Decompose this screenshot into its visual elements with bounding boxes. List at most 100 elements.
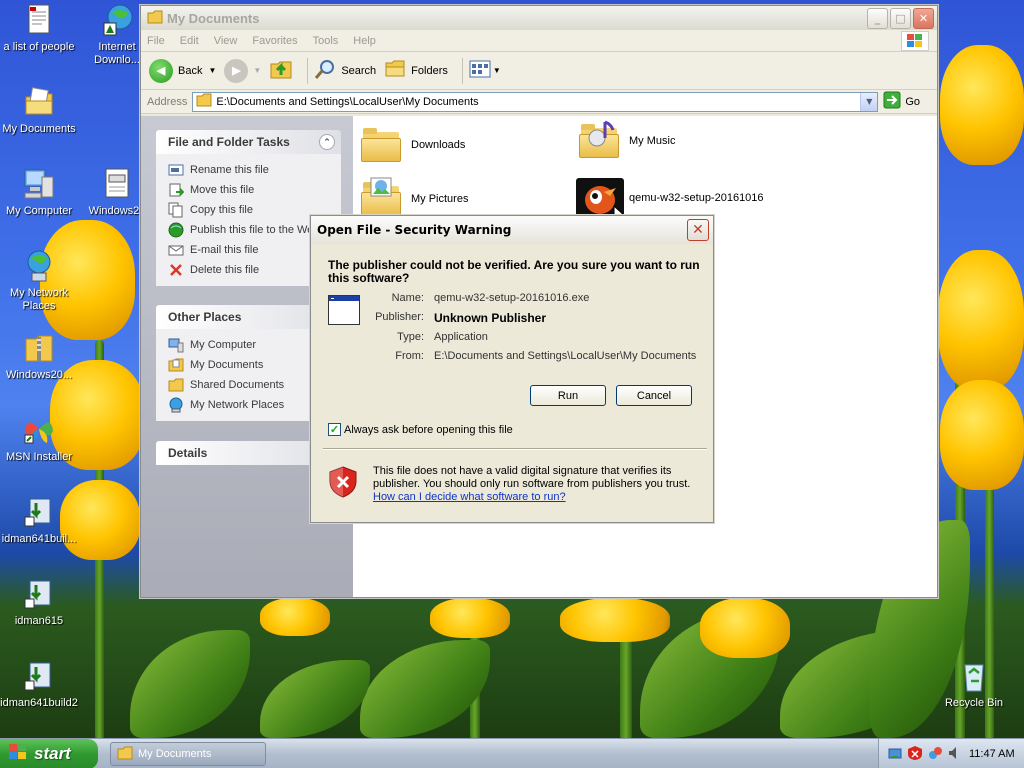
start-button[interactable]: start [0,739,98,768]
place-my-computer[interactable]: My Computer [168,335,331,355]
desktop-icon-my-network-places[interactable]: My Network Places [0,249,78,313]
menu-file[interactable]: File [147,35,165,47]
task-label: Move this file [190,184,255,196]
rename-icon [168,162,184,178]
close-button[interactable]: ✕ [913,7,934,29]
run-button[interactable]: Run [530,385,606,406]
task-label: Rename this file [190,164,269,176]
search-button[interactable]: Search [314,58,376,83]
desktop-icon-list-of-people[interactable]: a list of people [0,3,78,54]
back-label: Back [178,64,203,77]
task-publish-web[interactable]: Publish this file to the Web [168,220,331,240]
wallpaper-tulip [700,598,790,658]
chevron-down-icon: ▼ [866,97,873,106]
folders-button[interactable]: Folders [384,59,448,82]
minimize-icon: _ [874,11,881,25]
folder-icon [361,128,401,162]
desktop-icon-my-computer[interactable]: My Computer [0,167,78,218]
menu-tools[interactable]: Tools [313,35,339,47]
views-button[interactable]: ▼ [469,60,501,81]
desktop-icon-my-documents[interactable]: My Documents [0,85,78,136]
toolbar-separator [461,57,463,84]
desktop-icon-idman641build2[interactable]: idman641build2 [0,659,78,710]
desktop-icon-idman641buil[interactable]: idman641buil... [0,495,78,546]
close-icon: ✕ [918,11,929,25]
desktop-icon-label: idman641buil... [1,533,77,545]
always-ask-checkbox[interactable]: ✓ [328,423,341,436]
collapse-icon[interactable]: ⌃ [319,134,335,150]
chevron-down-icon[interactable]: ▼ [493,66,501,75]
menu-view[interactable]: View [214,35,238,47]
file-item-my-pictures[interactable]: My Pictures [361,177,468,216]
file-item-my-music[interactable]: My Music [579,120,676,158]
place-shared-documents[interactable]: Shared Documents [168,375,331,395]
copy-icon [168,202,184,218]
address-input[interactable]: E:\Documents and Settings\LocalUser\My D… [192,91,879,112]
wallpaper-tulip [430,598,510,638]
desktop-icon-label: idman641build2 [0,697,78,709]
cancel-button[interactable]: Cancel [616,385,692,406]
folder-icon [196,93,212,110]
explorer-titlebar[interactable]: My Documents _ □ ✕ [141,6,937,30]
file-item-downloads[interactable]: Downloads [361,128,465,162]
clock[interactable]: 11:47 AM [969,748,1015,760]
taskbar-window-label: My Documents [138,748,212,760]
msn-butterfly-icon [22,413,56,447]
back-arrow-icon: ◀ [149,58,173,83]
detail-value: Unknown Publisher [434,311,547,325]
desktop-icon-idman615[interactable]: idman615 [0,577,78,628]
desktop-icon-windows20-zip[interactable]: Windows20... [0,331,78,382]
globe-icon [168,222,184,238]
security-shield-icon [329,466,357,501]
minimize-button[interactable]: _ [867,7,888,29]
desktop-icon-label: My Computer [5,205,73,217]
warning-text: This file does not have a valid digital … [373,465,691,490]
chevron-down-icon[interactable]: ▼ [253,66,261,75]
security-center-tray-icon[interactable] [907,745,923,764]
system-tray: 11:47 AM [878,739,1024,768]
file-folder-tasks-header[interactable]: File and Folder Tasks ⌃ [156,130,341,154]
menu-help[interactable]: Help [353,35,376,47]
back-button[interactable]: ◀ Back ▼ [149,58,216,83]
forward-button[interactable]: ▶ ▼ [224,58,261,83]
network-tray-icon[interactable] [887,745,903,764]
dialog-close-button[interactable]: ✕ [687,219,709,241]
recycle-bin-icon [957,659,991,693]
address-dropdown-button[interactable]: ▼ [860,92,878,111]
place-my-documents[interactable]: My Documents [168,355,331,375]
pictures-folder-icon [361,177,401,216]
folders-icon [384,59,406,82]
task-delete-file[interactable]: Delete this file [168,260,331,280]
window-title: My Documents [167,10,260,26]
menu-bar: File Edit View Favorites Tools Help [141,30,937,52]
dialog-title: Open File - Security Warning [317,223,512,237]
menu-favorites[interactable]: Favorites [252,35,297,47]
place-my-network-places[interactable]: My Network Places [168,395,331,415]
task-email-file[interactable]: E-mail this file [168,240,331,260]
desktop-icon-msn-installer[interactable]: MSN Installer [0,413,78,464]
delete-icon [168,262,184,278]
file-item-qemu-setup[interactable]: qemu-w32-setup-20161016 [576,178,764,218]
folder-documents-icon [168,357,184,373]
maximize-button[interactable]: □ [890,7,911,29]
file-name: My Music [629,135,676,147]
always-ask-checkbox-row[interactable]: ✓ Always ask before opening this file [328,423,513,436]
go-button[interactable]: Go [883,91,920,112]
detail-value: qemu-w32-setup-20161016.exe [434,292,590,304]
task-rename-file[interactable]: Rename this file [168,160,331,180]
views-icon [469,60,491,81]
security-warning-dialog[interactable]: Open File - Security Warning ✕ The publi… [310,215,714,523]
volume-tray-icon[interactable] [947,745,961,764]
dialog-titlebar[interactable]: Open File - Security Warning ✕ [311,216,713,244]
file-name: Downloads [411,139,466,151]
task-move-file[interactable]: Move this file [168,180,331,200]
up-folder-button[interactable] [269,58,293,83]
go-label: Go [905,95,921,108]
connections-tray-icon[interactable] [927,745,943,764]
taskbar-window-my-documents[interactable]: My Documents [110,742,266,766]
help-link[interactable]: How can I decide what software to run? [373,491,566,503]
desktop-icon-recycle-bin[interactable]: Recycle Bin [935,659,1013,710]
chevron-down-icon[interactable]: ▼ [208,66,216,75]
task-copy-file[interactable]: Copy this file [168,200,331,220]
menu-edit[interactable]: Edit [180,35,199,47]
